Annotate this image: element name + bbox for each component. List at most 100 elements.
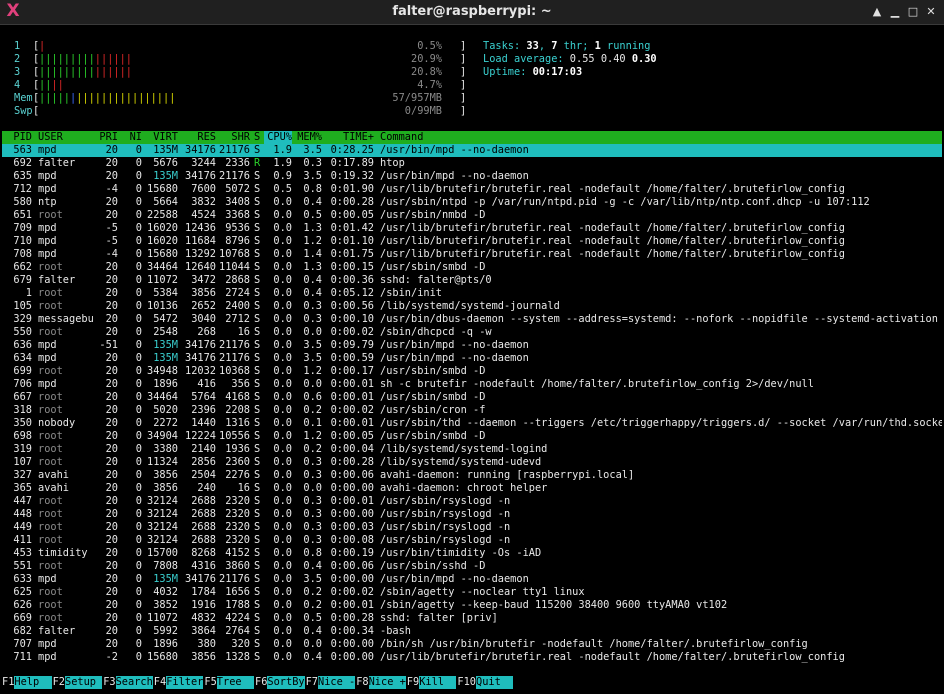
- function-key-f8[interactable]: F8: [356, 676, 368, 689]
- function-key-f4[interactable]: F4: [154, 676, 166, 689]
- process-row[interactable]: 447 root 20 0 32124 2688 2320 S 0.0 0.3 0:00.01/us…: [2, 495, 942, 508]
- column-header-res[interactable]: RES: [182, 131, 216, 144]
- process-row[interactable]: 449 root 20 0 32124 2688 2320 S 0.0 0.3 0:00.03/us…: [2, 521, 942, 534]
- process-row[interactable]: 635 mpd 20 0 135M 34176 21176 S 0.9 3.5 0:19.32/us…: [2, 170, 942, 183]
- res-cell: 3832: [191, 196, 216, 208]
- process-row[interactable]: 329 messagebu 20 0 5472 3040 2712 S 0.0 0.3 0:00.1…: [2, 313, 942, 326]
- column-header-virt[interactable]: VIRT: [146, 131, 178, 144]
- function-label-f8[interactable]: Nice +: [368, 676, 406, 689]
- process-row[interactable]: 682 falter 20 0 5992 3864 2764 S 0.0 0.4 0:00.34 -b…: [2, 625, 942, 638]
- function-label-f10[interactable]: Quit: [476, 676, 514, 689]
- process-row[interactable]: 563 mpd 20 0 135M 34176 21176 S 1.9 3.5 0:28.25/us…: [2, 144, 942, 157]
- terminal[interactable]: 1[| 0.5%] 2[||||||||||||||| 20.9%] 3[|||||||…: [2, 26, 942, 694]
- function-label-f2[interactable]: Setup: [65, 676, 103, 689]
- priority-cell: 20: [105, 274, 118, 286]
- pid-cell: 448: [13, 508, 32, 520]
- process-row[interactable]: 327 avahi 20 0 3856 2504 2276 S 0.0 0.3 0:00.06 ava…: [2, 469, 942, 482]
- function-label-f7[interactable]: Nice -: [318, 676, 356, 689]
- process-row[interactable]: 551 root 20 0 7808 4316 3860 S 0.0 0.4 0:00.06/usr…: [2, 560, 942, 573]
- process-row[interactable]: 448 root 20 0 32124 2688 2320 S 0.0 0.3 0:00.00/us…: [2, 508, 942, 521]
- column-header-command[interactable]: Command: [380, 131, 940, 144]
- process-row[interactable]: 453 timidity 20 0 15700 8268 4152 S 0.0 0.8 0:00.1…: [2, 547, 942, 560]
- priority-cell: -2: [105, 651, 118, 663]
- process-row[interactable]: 711 mpd -2 0 15680 3856 1328 S 0.0 0.4 0:00.00/usr…: [2, 651, 942, 664]
- process-row[interactable]: 706 mpd 20 0 1896 416 356 S 0.0 0.0 0:00.01 sh -c b…: [2, 378, 942, 391]
- function-key-f3[interactable]: F3: [103, 676, 115, 689]
- process-row[interactable]: 699 root 20 0 34948 12032 10368 S 0.0 1.2 0:00.17 /…: [2, 365, 942, 378]
- process-row[interactable]: 1 root 20 0 5384 3856 2724 S 0.0 0.4 0:05.12/sbin/…: [2, 287, 942, 300]
- process-row[interactable]: 633 mpd 20 0 135M 34176 21176 S 0.0 3.5 0:00.00/us…: [2, 573, 942, 586]
- state-cell: S: [254, 612, 261, 624]
- function-label-f5[interactable]: Tree: [216, 676, 254, 689]
- priority-cell: 20: [105, 508, 118, 520]
- process-row[interactable]: 636 mpd -51 0 135M 34176 21176 S 0.0 3.5 0:09.79/u…: [2, 339, 942, 352]
- process-row[interactable]: 662 root 20 0 34464 12640 11044 S 0.0 1.3 0:00.15 /…: [2, 261, 942, 274]
- process-row[interactable]: 698 root 20 0 34904 12224 10556 S 0.0 1.2 0:00.05 /…: [2, 430, 942, 443]
- process-row[interactable]: 318 root 20 0 5020 2396 2208 S 0.0 0.2 0:00.02/usr…: [2, 404, 942, 417]
- column-header-cpu[interactable]: CPU%: [264, 131, 292, 144]
- process-row[interactable]: 707 mpd 20 0 1896 380 320 S 0.0 0.0 0:00.00/bin/sh…: [2, 638, 942, 651]
- column-header-pri[interactable]: PRI: [96, 131, 118, 144]
- column-header-mem[interactable]: MEM%: [296, 131, 322, 144]
- function-key-f9[interactable]: F9: [407, 676, 419, 689]
- shr-cell: 2764: [225, 625, 250, 637]
- pid-cell: 636: [13, 339, 32, 351]
- function-label-f9[interactable]: Kill: [419, 676, 457, 689]
- pid-cell: 711: [13, 651, 32, 663]
- shr-cell: 4224: [225, 612, 250, 624]
- function-key-f1[interactable]: F1: [2, 676, 14, 689]
- process-row[interactable]: 634 mpd 20 0 135M 34176 21176 S 0.0 3.5 0:00.59/us…: [2, 352, 942, 365]
- pid-cell: 651: [13, 209, 32, 221]
- cpu-cell: 0.0: [273, 495, 292, 507]
- process-row[interactable]: 667 root 20 0 34464 5764 4168 S 0.0 0.6 0:00.01/us…: [2, 391, 942, 404]
- process-row[interactable]: 651 root 20 0 22588 4524 3368 S 0.0 0.5 0:00.05/us…: [2, 209, 942, 222]
- state-cell: S: [254, 391, 261, 403]
- function-label-f6[interactable]: SortBy: [267, 676, 305, 689]
- function-key-f7[interactable]: F7: [306, 676, 318, 689]
- function-key-f6[interactable]: F6: [255, 676, 267, 689]
- function-label-f3[interactable]: Search: [115, 676, 153, 689]
- process-row[interactable]: 550 root 20 0 2548 268 16 S 0.0 0.0 0:00.02/sbin/d…: [2, 326, 942, 339]
- process-row[interactable]: 365 avahi 20 0 3856 240 16 S 0.0 0.0 0:00.00 avahi-…: [2, 482, 942, 495]
- process-table-header[interactable]: PID USER PRI NI VIRT RES SHR S CPU% MEM% TIME+ Comm…: [2, 131, 942, 144]
- column-header-pid[interactable]: PID: [2, 131, 32, 144]
- time-cell: 0:00.02: [330, 404, 374, 416]
- process-row[interactable]: 580 ntp 20 0 5664 3832 3408 S 0.0 0.4 0:00.28/usr/…: [2, 196, 942, 209]
- process-row[interactable]: 626 root 20 0 3852 1916 1788 S 0.0 0.2 0:00.01/sbi…: [2, 599, 942, 612]
- res-cell: 1440: [191, 417, 216, 429]
- process-row[interactable]: 692 falter 20 0 5676 3244 2336 R 1.9 0.3 0:17.89 ht…: [2, 157, 942, 170]
- process-row[interactable]: 710 mpd -5 0 16020 11684 8796 S 0.0 1.2 0:01.10/us…: [2, 235, 942, 248]
- process-row[interactable]: 350 nobody 20 0 2272 1440 1316 S 0.0 0.1 0:00.01/u…: [2, 417, 942, 430]
- column-header-ni[interactable]: NI: [128, 131, 142, 144]
- window-up-icon[interactable]: ▲: [870, 5, 884, 19]
- shr-cell: 2276: [225, 469, 250, 481]
- virt-cell: 135M: [153, 170, 178, 182]
- function-key-f10[interactable]: F10: [457, 676, 476, 689]
- process-row[interactable]: 669 root 20 0 11072 4832 4224 S 0.0 0.5 0:00.28 ssh…: [2, 612, 942, 625]
- process-row[interactable]: 319 root 20 0 3380 2140 1936 S 0.0 0.2 0:00.04/lib…: [2, 443, 942, 456]
- function-label-f1[interactable]: Help: [14, 676, 52, 689]
- cpu-cell: 1.9: [273, 157, 292, 169]
- window-maximize-button[interactable]: □: [906, 5, 920, 19]
- window-close-button[interactable]: ✕: [924, 5, 938, 19]
- process-row[interactable]: 708 mpd -4 0 15680 13292 10768 S 0.0 1.4 0:01.75/u…: [2, 248, 942, 261]
- virt-cell: 11324: [147, 456, 178, 468]
- process-row[interactable]: 712 mpd -4 0 15680 7600 5072 S 0.5 0.8 0:01.90/usr…: [2, 183, 942, 196]
- function-key-f2[interactable]: F2: [53, 676, 65, 689]
- shr-cell: 356: [231, 378, 250, 390]
- process-row[interactable]: 709 mpd -5 0 16020 12436 9536 S 0.0 1.3 0:01.42/us…: [2, 222, 942, 235]
- process-row[interactable]: 625 root 20 0 4032 1784 1656 S 0.0 0.2 0:00.02/sbi…: [2, 586, 942, 599]
- res-cell: 3040: [191, 313, 216, 325]
- process-row[interactable]: 679 falter 20 0 11072 3472 2868 S 0.0 0.4 0:00.36 s…: [2, 274, 942, 287]
- column-header-time[interactable]: TIME+: [328, 131, 374, 144]
- function-key-f5[interactable]: F5: [204, 676, 216, 689]
- column-header-user[interactable]: USER: [38, 131, 98, 144]
- process-row[interactable]: 107 root 20 0 11324 2856 2360 S 0.0 0.3 0:00.28/li…: [2, 456, 942, 469]
- function-label-f4[interactable]: Filter: [166, 676, 204, 689]
- window-minimize-button[interactable]: ▁: [888, 5, 902, 19]
- column-header-s[interactable]: S: [254, 131, 264, 144]
- process-row[interactable]: 105 root 20 0 10136 2652 2400 S 0.0 0.3 0:00.56/li…: [2, 300, 942, 313]
- shr-cell: 9536: [225, 222, 250, 234]
- column-header-shr[interactable]: SHR: [216, 131, 250, 144]
- process-row[interactable]: 411 root 20 0 32124 2688 2320 S 0.0 0.3 0:00.08/us…: [2, 534, 942, 547]
